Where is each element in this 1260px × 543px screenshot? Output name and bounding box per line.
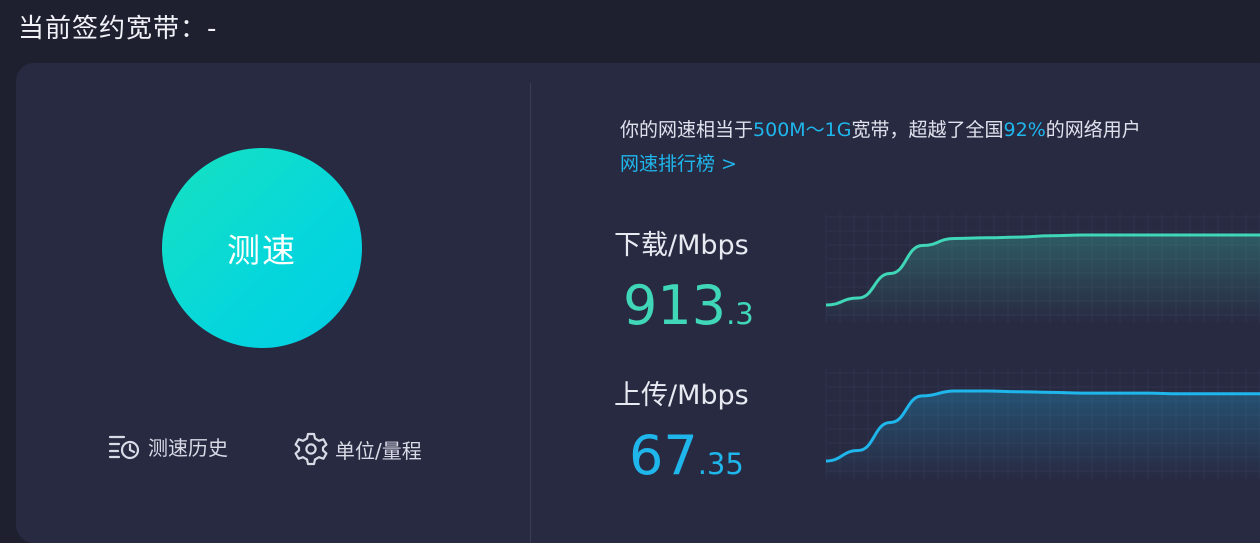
upload-label: 上传/Mbps [614, 380, 749, 411]
summary-middle: 宽带，超越了全国 [851, 119, 1004, 141]
panel-divider [530, 83, 531, 543]
unit-range-button[interactable]: 单位/量程 [293, 431, 422, 467]
upload-speed-dec: .35 [697, 447, 744, 481]
speed-area [826, 235, 1260, 323]
summary-suffix: 的网络用户 [1045, 119, 1141, 141]
speed-ranking-link[interactable]: 网速排行榜 > [620, 149, 737, 176]
upload-speed-value: 67.35 [629, 429, 744, 483]
download-label: 下载/Mbps [614, 230, 749, 261]
contract-bandwidth-title: 当前签约宽带：- [18, 14, 218, 44]
download-speed-chart [825, 213, 1260, 323]
history-icon [108, 435, 140, 460]
summary-prefix: 你的网速相当于 [620, 119, 754, 141]
speedtest-history-button[interactable]: 测速历史 [108, 431, 228, 461]
download-speed-dec: .3 [726, 297, 754, 331]
upload-speed-chart [825, 369, 1260, 479]
speed-result-summary: 你的网速相当于500M～1G宽带，超越了全国92%的网络用户 [620, 115, 1141, 142]
download-speed-int: 913 [623, 274, 727, 337]
speed-area [826, 391, 1260, 479]
surpass-percent: 92% [1003, 119, 1046, 141]
gear-icon [294, 432, 328, 466]
speedtest-panel: 测速 测速历史 单位/量程 你的网速相当于500M～1G宽带，超越了全国92%的… [16, 63, 1260, 543]
history-label: 测速历史 [148, 435, 228, 460]
start-speedtest-button[interactable]: 测速 [162, 148, 362, 348]
unit-range-label: 单位/量程 [335, 438, 422, 463]
bandwidth-equivalent: 500M～1G [753, 119, 852, 141]
upload-speed-int: 67 [629, 424, 698, 487]
download-speed-value: 913.3 [623, 279, 754, 333]
